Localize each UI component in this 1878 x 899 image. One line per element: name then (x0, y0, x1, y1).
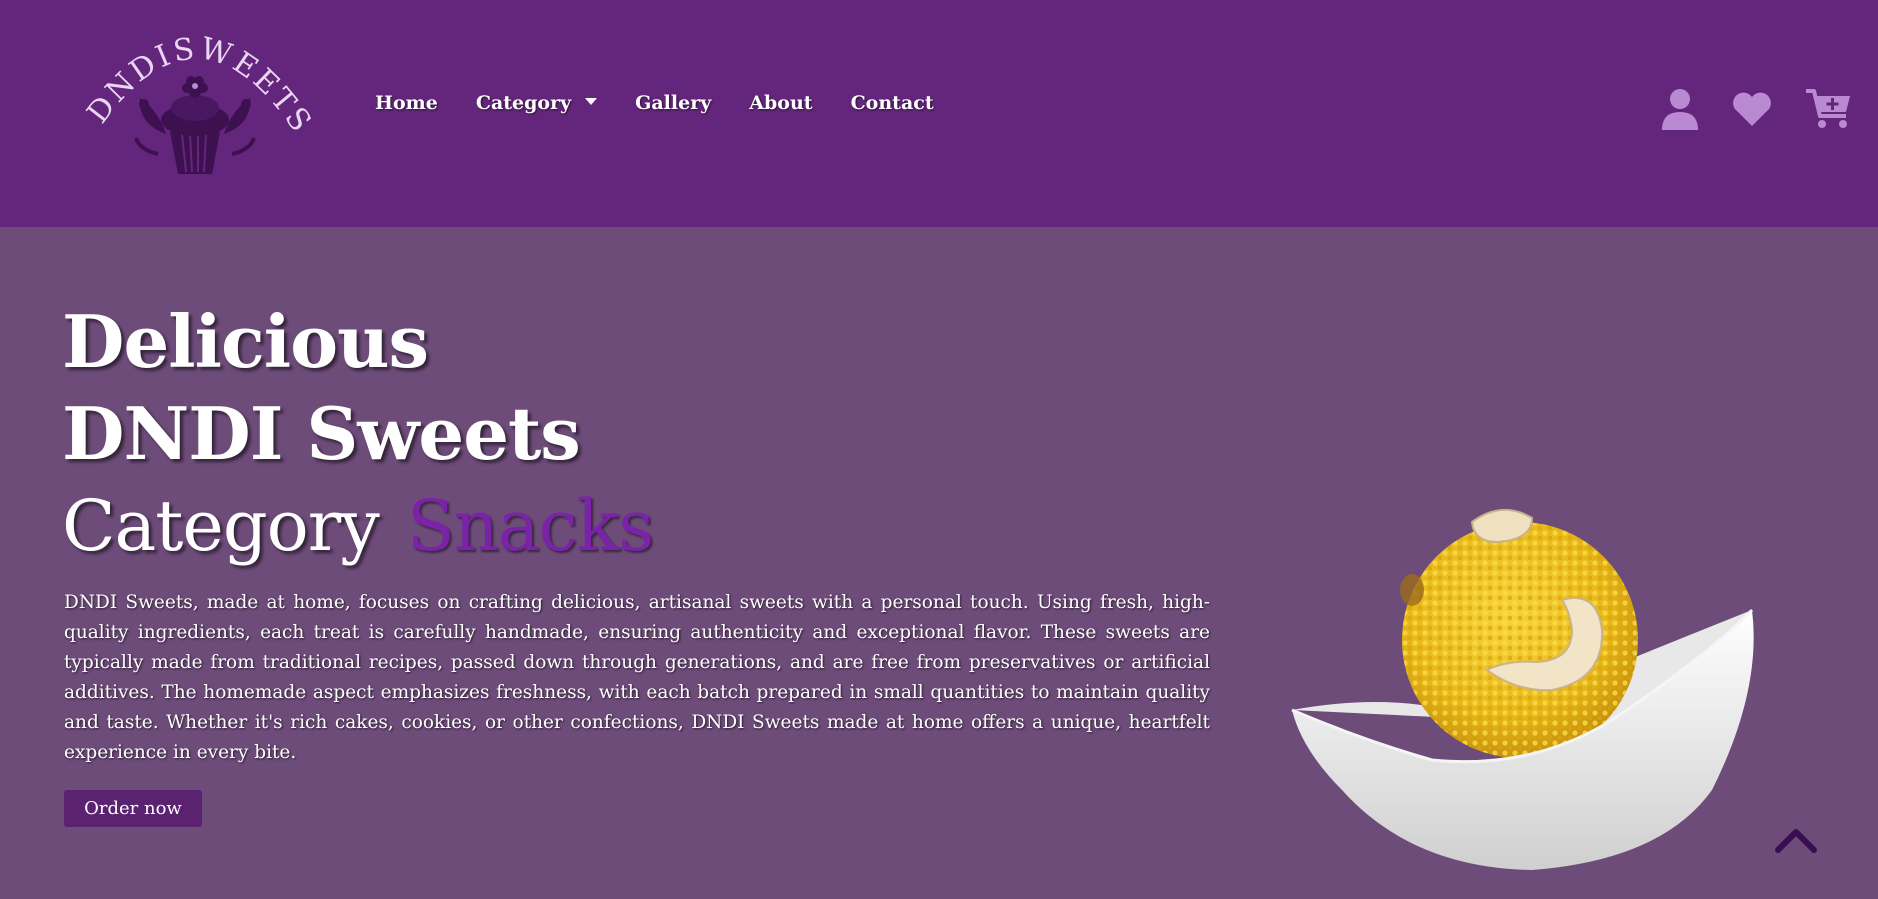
category-value: Snacks (406, 485, 654, 567)
hero-title: Delicious DNDI Sweets Category Snacks (62, 296, 654, 572)
hero-description: DNDI Sweets, made at home, focuses on cr… (64, 592, 1210, 763)
nav-contact[interactable]: Contact (851, 92, 934, 114)
hero-line-category: Category Snacks (62, 480, 654, 572)
nav-category-label: Category (475, 92, 572, 114)
nav-home[interactable]: Home (375, 92, 438, 114)
caret-down-icon (585, 97, 598, 105)
category-label: Category (62, 485, 380, 567)
heart-icon[interactable] (1732, 91, 1772, 127)
site-header: DNDISWEETS Home Category (0, 0, 1878, 227)
hero-line-brand: DNDI Sweets (62, 391, 581, 476)
brand-logo[interactable]: DNDISWEETS (78, 14, 314, 180)
user-icon[interactable] (1662, 88, 1698, 130)
scroll-to-top-chevron-up-icon[interactable] (1774, 826, 1818, 854)
order-now-button[interactable]: Order now (64, 790, 202, 827)
nav-category[interactable]: Category (475, 92, 598, 114)
cart-plus-icon[interactable] (1806, 88, 1852, 130)
main-nav: Home Category Gallery About Contact (375, 92, 972, 114)
nav-gallery[interactable]: Gallery (635, 92, 711, 114)
header-icon-group (1628, 88, 1852, 130)
laddu-bowl-image (1291, 508, 1754, 870)
nav-about[interactable]: About (749, 92, 812, 114)
hero-line-delicious: Delicious (62, 299, 429, 384)
